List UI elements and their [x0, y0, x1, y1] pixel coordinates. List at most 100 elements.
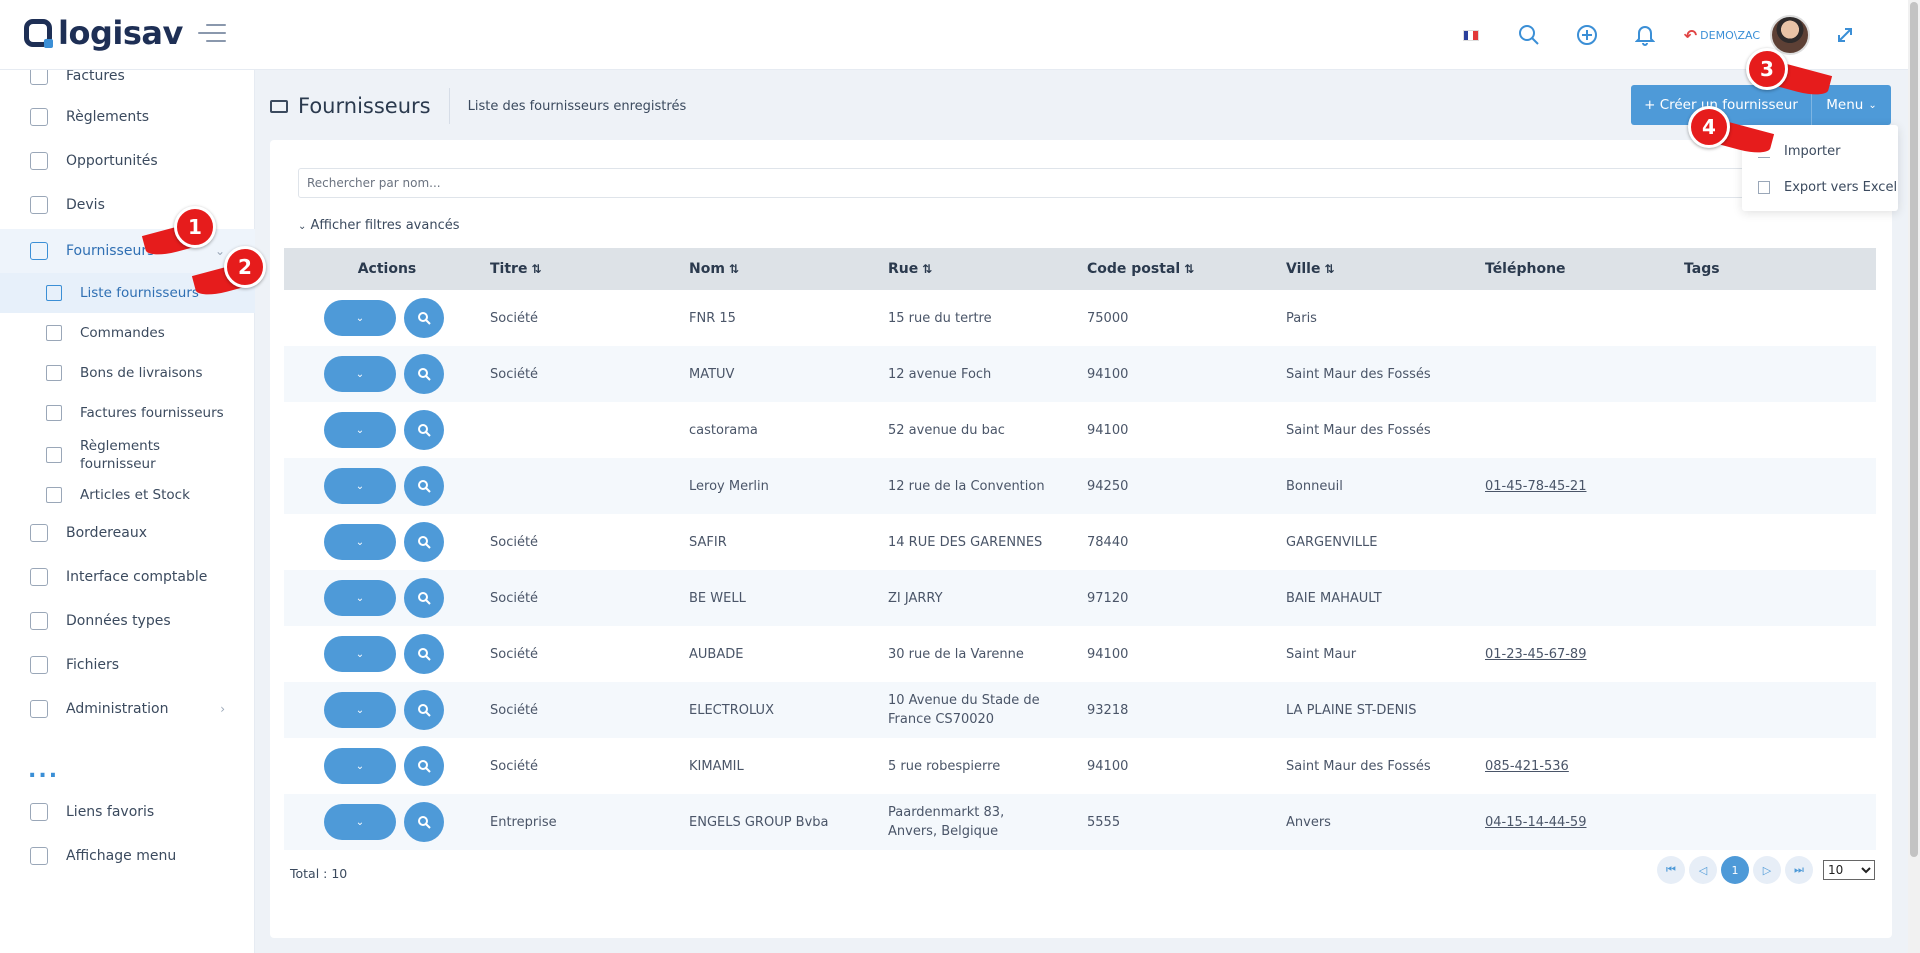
sidebar-sub-factures-fournisseurs[interactable]: Factures fournisseurs	[0, 393, 255, 433]
table-row: ⌄ Société KIMAMIL 5 rue robespierre 94100 Sai…	[284, 738, 1876, 794]
table-header-row: Actions Titre ⇅ Nom ⇅ Rue ⇅ Code postal ⇅ Vi…	[284, 248, 1876, 290]
sidebar-item-liens-favoris[interactable]: Liens favoris	[0, 792, 255, 832]
sidebar-item-bordereaux[interactable]: Bordereaux	[0, 513, 255, 553]
row-dropdown-button[interactable]: ⌄	[324, 468, 396, 504]
row-view-button[interactable]	[404, 410, 444, 450]
last-page-button[interactable]: ⏭	[1785, 856, 1813, 884]
pagination: ⏮ ◁ 1 ▷ ⏭ 10	[1657, 856, 1875, 884]
user-switch[interactable]: ↶ DEMO\ZAC	[1684, 26, 1760, 45]
sidebar-item-fichiers[interactable]: Fichiers	[0, 645, 255, 685]
cell-telephone[interactable]: 04-15-14-44-59	[1485, 794, 1684, 850]
row-view-button[interactable]	[404, 354, 444, 394]
sidebar-item-devis[interactable]: Devis	[0, 185, 255, 225]
cell-text: 94250	[1087, 478, 1129, 494]
row-view-button[interactable]	[404, 690, 444, 730]
cell-titre	[490, 458, 689, 514]
cell-text[interactable]: 085-421-536	[1485, 757, 1569, 776]
row-view-button[interactable]	[404, 466, 444, 506]
sidebar-item-administration[interactable]: Administration ›	[0, 689, 255, 729]
add-button[interactable]	[1558, 14, 1616, 56]
advanced-filters-toggle[interactable]: ⌄ Afficher filtres avancés	[298, 218, 460, 233]
row-dropdown-button[interactable]: ⌄	[324, 636, 396, 672]
row-dropdown-button[interactable]: ⌄	[324, 804, 396, 840]
row-view-button[interactable]	[404, 802, 444, 842]
row-dropdown-button[interactable]: ⌄	[324, 412, 396, 448]
sidebar-item-donnees-types[interactable]: Données types	[0, 601, 255, 641]
row-dropdown-button[interactable]: ⌄	[324, 300, 396, 336]
cell-text: castorama	[689, 422, 758, 438]
cell-telephone[interactable]: 085-421-536	[1485, 738, 1684, 794]
order-icon	[46, 325, 62, 341]
row-view-button[interactable]	[404, 746, 444, 786]
row-actions: ⌄	[284, 346, 490, 402]
sidebar-item-reglements[interactable]: Règlements	[0, 97, 255, 137]
chevron-down-icon: ⌄	[355, 536, 365, 548]
cell-telephone	[1485, 682, 1684, 738]
col-ville[interactable]: Ville ⇅	[1286, 248, 1485, 290]
col-label: Titre	[490, 261, 528, 277]
sidebar-item-interface-comptable[interactable]: Interface comptable	[0, 557, 255, 597]
sidebar-sub-bons-livraisons[interactable]: Bons de livraisons	[0, 353, 255, 393]
chevron-down-icon: ⌄	[355, 760, 365, 772]
next-page-button[interactable]: ▷	[1753, 856, 1781, 884]
page-scrollbar[interactable]	[1908, 0, 1920, 953]
notifications-button[interactable]	[1616, 14, 1674, 56]
row-view-button[interactable]	[404, 634, 444, 674]
sidebar-item-label: Fournisseurs	[66, 243, 155, 259]
search-icon	[418, 760, 431, 773]
marker-label: 2	[224, 246, 266, 288]
cell-text: BE WELL	[689, 590, 746, 606]
col-rue[interactable]: Rue ⇅	[888, 248, 1087, 290]
link-icon	[30, 803, 48, 821]
cell-text[interactable]: 01-45-78-45-21	[1485, 477, 1586, 496]
suppliers-card: ⌄ Afficher filtres avancés Actions Titre…	[270, 140, 1892, 938]
cell-telephone[interactable]: 01-23-45-67-89	[1485, 626, 1684, 682]
row-dropdown-button[interactable]: ⌄	[324, 356, 396, 392]
row-view-button[interactable]	[404, 522, 444, 562]
row-view-button[interactable]	[404, 298, 444, 338]
search-icon	[418, 816, 431, 829]
col-nom[interactable]: Nom ⇅	[689, 248, 888, 290]
cell-code-postal: 5555	[1087, 794, 1286, 850]
top-header: logisav ↶ DEMO\ZAC	[0, 0, 1908, 70]
first-page-button[interactable]: ⏮	[1657, 856, 1685, 884]
search-input[interactable]	[298, 168, 1868, 198]
sidebar-item-affichage-menu[interactable]: Affichage menu	[0, 836, 255, 876]
row-dropdown-button[interactable]: ⌄	[324, 580, 396, 616]
grid-plus-icon	[30, 612, 48, 630]
cell-telephone[interactable]: 01-45-78-45-21	[1485, 458, 1684, 514]
cell-text: Société	[490, 534, 539, 550]
col-code-postal[interactable]: Code postal ⇅	[1087, 248, 1286, 290]
sidebar-sub-articles-stock[interactable]: Articles et Stock	[0, 477, 255, 513]
cell-code-postal: 78440	[1087, 514, 1286, 570]
sidebar-sub-reglements-fournisseur[interactable]: Règlements fournisseur	[0, 433, 255, 477]
search-button[interactable]	[1500, 14, 1558, 56]
sidebar-sub-commandes[interactable]: Commandes	[0, 313, 255, 353]
row-dropdown-button[interactable]: ⌄	[324, 692, 396, 728]
row-dropdown-button[interactable]: ⌄	[324, 524, 396, 560]
export-excel-menu-item[interactable]: Export vers Excel	[1742, 169, 1898, 205]
col-titre[interactable]: Titre ⇅	[490, 248, 689, 290]
sidebar-item-opportunites[interactable]: Opportunités	[0, 141, 255, 181]
row-view-button[interactable]	[404, 578, 444, 618]
cell-tags	[1684, 402, 1876, 458]
more-dots[interactable]: ...	[28, 758, 59, 783]
sidebar-item-fournisseurs[interactable]: Fournisseurs ⌄	[0, 229, 255, 273]
cell-text[interactable]: 01-23-45-67-89	[1485, 645, 1586, 664]
chevron-down-icon: ⌄	[355, 312, 365, 324]
hamburger-menu-icon[interactable]	[198, 24, 226, 46]
page-title: Fournisseurs	[298, 94, 431, 118]
scrollbar-thumb[interactable]	[1910, 2, 1918, 857]
row-actions: ⌄	[284, 514, 490, 570]
cell-text[interactable]: 04-15-14-44-59	[1485, 813, 1586, 832]
fullscreen-button[interactable]	[1830, 14, 1860, 56]
language-button[interactable]	[1442, 14, 1500, 56]
per-page-select[interactable]: 10	[1823, 860, 1875, 880]
logo[interactable]: logisav	[24, 14, 183, 52]
current-page-button[interactable]: 1	[1721, 856, 1749, 884]
prev-page-button[interactable]: ◁	[1689, 856, 1717, 884]
search-icon	[418, 592, 431, 605]
cell-titre: Société	[490, 682, 689, 738]
row-dropdown-button[interactable]: ⌄	[324, 748, 396, 784]
flag-fr-icon	[1462, 29, 1479, 41]
